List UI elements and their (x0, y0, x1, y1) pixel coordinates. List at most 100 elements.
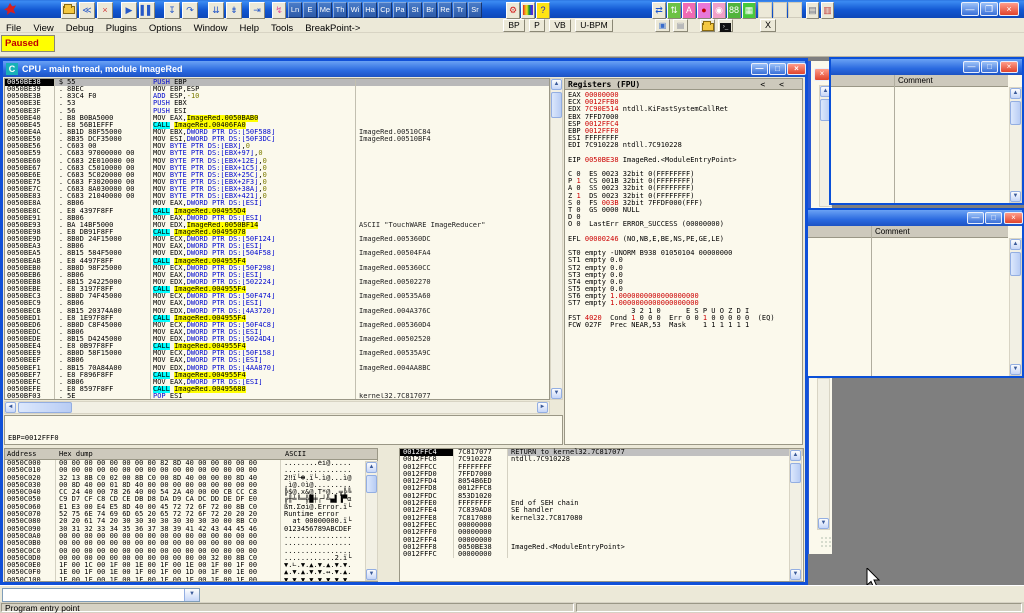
toolbar-letter-button-re[interactable]: Re (438, 2, 452, 18)
toolbar-letter-button-ln[interactable]: Ln (288, 2, 302, 18)
toolbar-letter-button-ha[interactable]: Ha (363, 2, 377, 18)
info-pane[interactable]: EBP=0012FFF0 (4, 415, 563, 445)
toolbar-letter-button-pa[interactable]: Pa (393, 2, 407, 18)
disasm-row[interactable]: 0050BE40.B8 B0BA5000MOV EAX,ImageRed.005… (5, 115, 549, 122)
spiral-button[interactable]: ◉ (712, 2, 726, 19)
disasm-row[interactable]: 0050BEA5.8B15 584F5000MOV EDX,DWORD PTR … (5, 250, 549, 257)
scroll-thumb[interactable] (1010, 252, 1021, 276)
scroll-down-button[interactable]: ▼ (1010, 364, 1021, 375)
disasm-row[interactable]: 0050BEB0.8B0D 98F25000MOV ECX,DWORD PTR … (5, 265, 549, 272)
disasm-row[interactable]: 0050BEBE.E8 3197F8FFCALL ImageRed.004955… (5, 286, 549, 293)
register-line[interactable]: FCW 027F Prec NEAR,53 Mask 1 1 1 1 1 1 (568, 322, 802, 329)
disasm-row[interactable]: 0050BEAB.E8 4497F8FFCALL ImageRed.004955… (5, 258, 549, 265)
disasm-row[interactable]: 0050BE98.E8 DB91F8FFCALL ImageRed.004950… (5, 229, 549, 236)
maximize-button[interactable]: □ (985, 212, 1002, 224)
swap-arrows-button[interactable]: ⇄ (652, 2, 666, 19)
scrollbar[interactable]: ▼ (817, 378, 830, 530)
updown-arrows-button[interactable]: ⇅ (667, 2, 681, 19)
step-into-button[interactable]: ↧ (164, 2, 180, 19)
toolbar-letter-button-wi[interactable]: Wi (348, 2, 362, 18)
disassembly-hscrollbar[interactable]: ◄ ► (4, 401, 550, 414)
close-program-button[interactable]: × (97, 2, 113, 19)
scroll-thumb[interactable] (18, 402, 72, 413)
dump-vscrollbar[interactable]: ▲ ▼ (365, 461, 378, 581)
cpu-window-titlebar[interactable]: C CPU - main thread, module ImageRed — □… (3, 61, 805, 77)
close-button[interactable]: × (1000, 61, 1018, 73)
disasm-row[interactable]: 0050BE9D.8B0D 24F15000MOV ECX,DWORD PTR … (5, 236, 549, 243)
toolbar-letter-button-th[interactable]: Th (333, 2, 347, 18)
child-window-titlebar[interactable]: — □ × (831, 59, 1022, 75)
scrollbar[interactable]: ▲ ▼ (1009, 238, 1022, 376)
column-separator[interactable] (894, 75, 895, 203)
scrollbar[interactable]: ▲ ▼ (1009, 87, 1022, 203)
copy-page-icon[interactable]: ▣ (655, 19, 670, 32)
animate-over-button[interactable]: ⇟ (226, 2, 242, 19)
register-line[interactable]: EDI 7C910228 ntdll.7C910228 (568, 142, 802, 149)
disasm-row[interactable]: 0050BE3F.56PUSH ESI (5, 108, 549, 115)
toolbar-letter-button-sr[interactable]: Sr (468, 2, 482, 18)
disasm-row[interactable]: 0050BE67.C683 C5010000 00MOV BYTE PTR DS… (5, 165, 549, 172)
minimize-button[interactable]: — (967, 212, 984, 224)
registers-header-arrows[interactable]: << (760, 79, 798, 90)
disasm-row[interactable]: 0050BECB.8B15 20374A00MOV EDX,DWORD PTR … (5, 308, 549, 315)
disasm-row[interactable]: 0050BEFE.E8 8597F8FFCALL ImageRed.004956… (5, 386, 549, 393)
run-button[interactable]: ▶ (121, 2, 137, 19)
minimize-button[interactable]: — (963, 61, 980, 73)
minimize-button[interactable]: — (961, 2, 979, 16)
disasm-row[interactable]: 0050BE83.C683 21040000 00MOV BYTE PTR DS… (5, 193, 549, 200)
disasm-row[interactable]: 0050BEE4.E8 0B97F8FFCALL ImageRed.004955… (5, 343, 549, 350)
registers-pane[interactable]: Registers (FPU) << EAX 00000000ECX 0012F… (564, 78, 803, 445)
restart-button[interactable]: ≪ (79, 2, 95, 19)
appearance-button[interactable] (521, 2, 535, 19)
go-to-address-button[interactable]: ↯ (272, 2, 286, 19)
close-button[interactable]: × (999, 2, 1019, 16)
disasm-row[interactable]: 0050BE8A.8B06MOV EAX,DWORD PTR DS:[ESI] (5, 200, 549, 207)
menubar-button-bp[interactable]: BP (503, 19, 525, 32)
disassembly-pane[interactable]: 0050BE38$55PUSH EBP0050BE39.8BECMOV EBP,… (4, 78, 550, 400)
disasm-row[interactable]: 0050BE4A.8B1D 88F55000MOV EBX,DWORD PTR … (5, 129, 549, 136)
child-window-titlebar[interactable]: — □ × (808, 210, 1022, 226)
scroll-down-button[interactable]: ▼ (1010, 191, 1021, 202)
disasm-row[interactable]: 0050BE60.C683 2E010000 00MOV BYTE PTR DS… (5, 158, 549, 165)
scroll-up-button[interactable]: ▲ (790, 450, 801, 461)
maximize-button[interactable]: □ (981, 61, 998, 73)
scroll-thumb[interactable] (1010, 101, 1021, 125)
toolbar-letter-button-st[interactable]: St (408, 2, 422, 18)
options-gear-button[interactable]: ⚙ (506, 2, 520, 19)
help-button[interactable]: ? (536, 2, 550, 19)
scroll-thumb[interactable] (551, 92, 562, 118)
menubar-button-p[interactable]: P (529, 19, 545, 32)
scroll-up-button[interactable]: ▲ (551, 79, 562, 90)
scroll-down-button[interactable]: ▼ (818, 518, 829, 529)
menubar-button-vb[interactable]: VB (549, 19, 571, 32)
step-over-button[interactable]: ↷ (182, 2, 198, 19)
execute-till-return-button[interactable]: ⇥ (249, 2, 265, 19)
disasm-row[interactable]: 0050BEC9.8B06MOV EAX,DWORD PTR DS:[ESI] (5, 300, 549, 307)
close-icon[interactable]: × (814, 68, 830, 81)
stack-vscrollbar[interactable]: ▲ ▼ (789, 449, 802, 581)
disasm-row[interactable]: 0050BEC3.8B0D 74F45000MOV ECX,DWORD PTR … (5, 293, 549, 300)
menubar-close-button[interactable]: X (760, 19, 776, 32)
dump-row[interactable]: 0050C1001F 00 1F 00 1F 00 1F 00 1F 00 1F… (5, 577, 377, 581)
disasm-row[interactable]: 0050BE91.8B06MOV EAX,DWORD PTR DS:[ESI] (5, 215, 549, 222)
disasm-row[interactable]: 0050BEB6.8B06MOV EAX,DWORD PTR DS:[ESI] (5, 272, 549, 279)
disasm-row[interactable]: 0050BE3E.53PUSH EBX (5, 100, 549, 107)
disasm-row[interactable]: 0050BEF1.8B15 70A84A00MOV EDX,DWORD PTR … (5, 365, 549, 372)
disassembly-vscrollbar[interactable]: ▲ ▼ (550, 78, 563, 400)
column-separator[interactable] (871, 226, 872, 376)
scroll-right-button[interactable]: ► (537, 402, 548, 413)
disasm-row[interactable]: 0050BEDC.8B06MOV EAX,DWORD PTR DS:[ESI] (5, 329, 549, 336)
list-page-button[interactable]: ▥ (821, 2, 834, 19)
disasm-row[interactable]: 0050BE38$55PUSH EBP (5, 79, 549, 86)
scroll-up-button[interactable]: ▲ (1010, 88, 1021, 99)
command-input[interactable] (3, 589, 183, 601)
console-icon[interactable]: ›_ (718, 19, 733, 32)
disasm-row[interactable]: 0050BEF7.E8 F896F8FFCALL ImageRed.004955… (5, 372, 549, 379)
disasm-row[interactable]: 0050BE8C.E8 4397F8FFCALL ImageRed.004955… (5, 208, 549, 215)
toolbar-letter-button-tr[interactable]: Tr (453, 2, 467, 18)
disasm-row[interactable]: 0050BEA3.8B06MOV EAX,DWORD PTR DS:[ESI] (5, 243, 549, 250)
register-line[interactable]: EIP 0050BE38 ImageRed.<ModuleEntryPoint> (568, 157, 802, 164)
green-window-button[interactable]: ▦ (742, 2, 756, 19)
minimize-button[interactable]: — (751, 63, 768, 75)
toolbar-letter-button-cp[interactable]: Cp (378, 2, 392, 18)
